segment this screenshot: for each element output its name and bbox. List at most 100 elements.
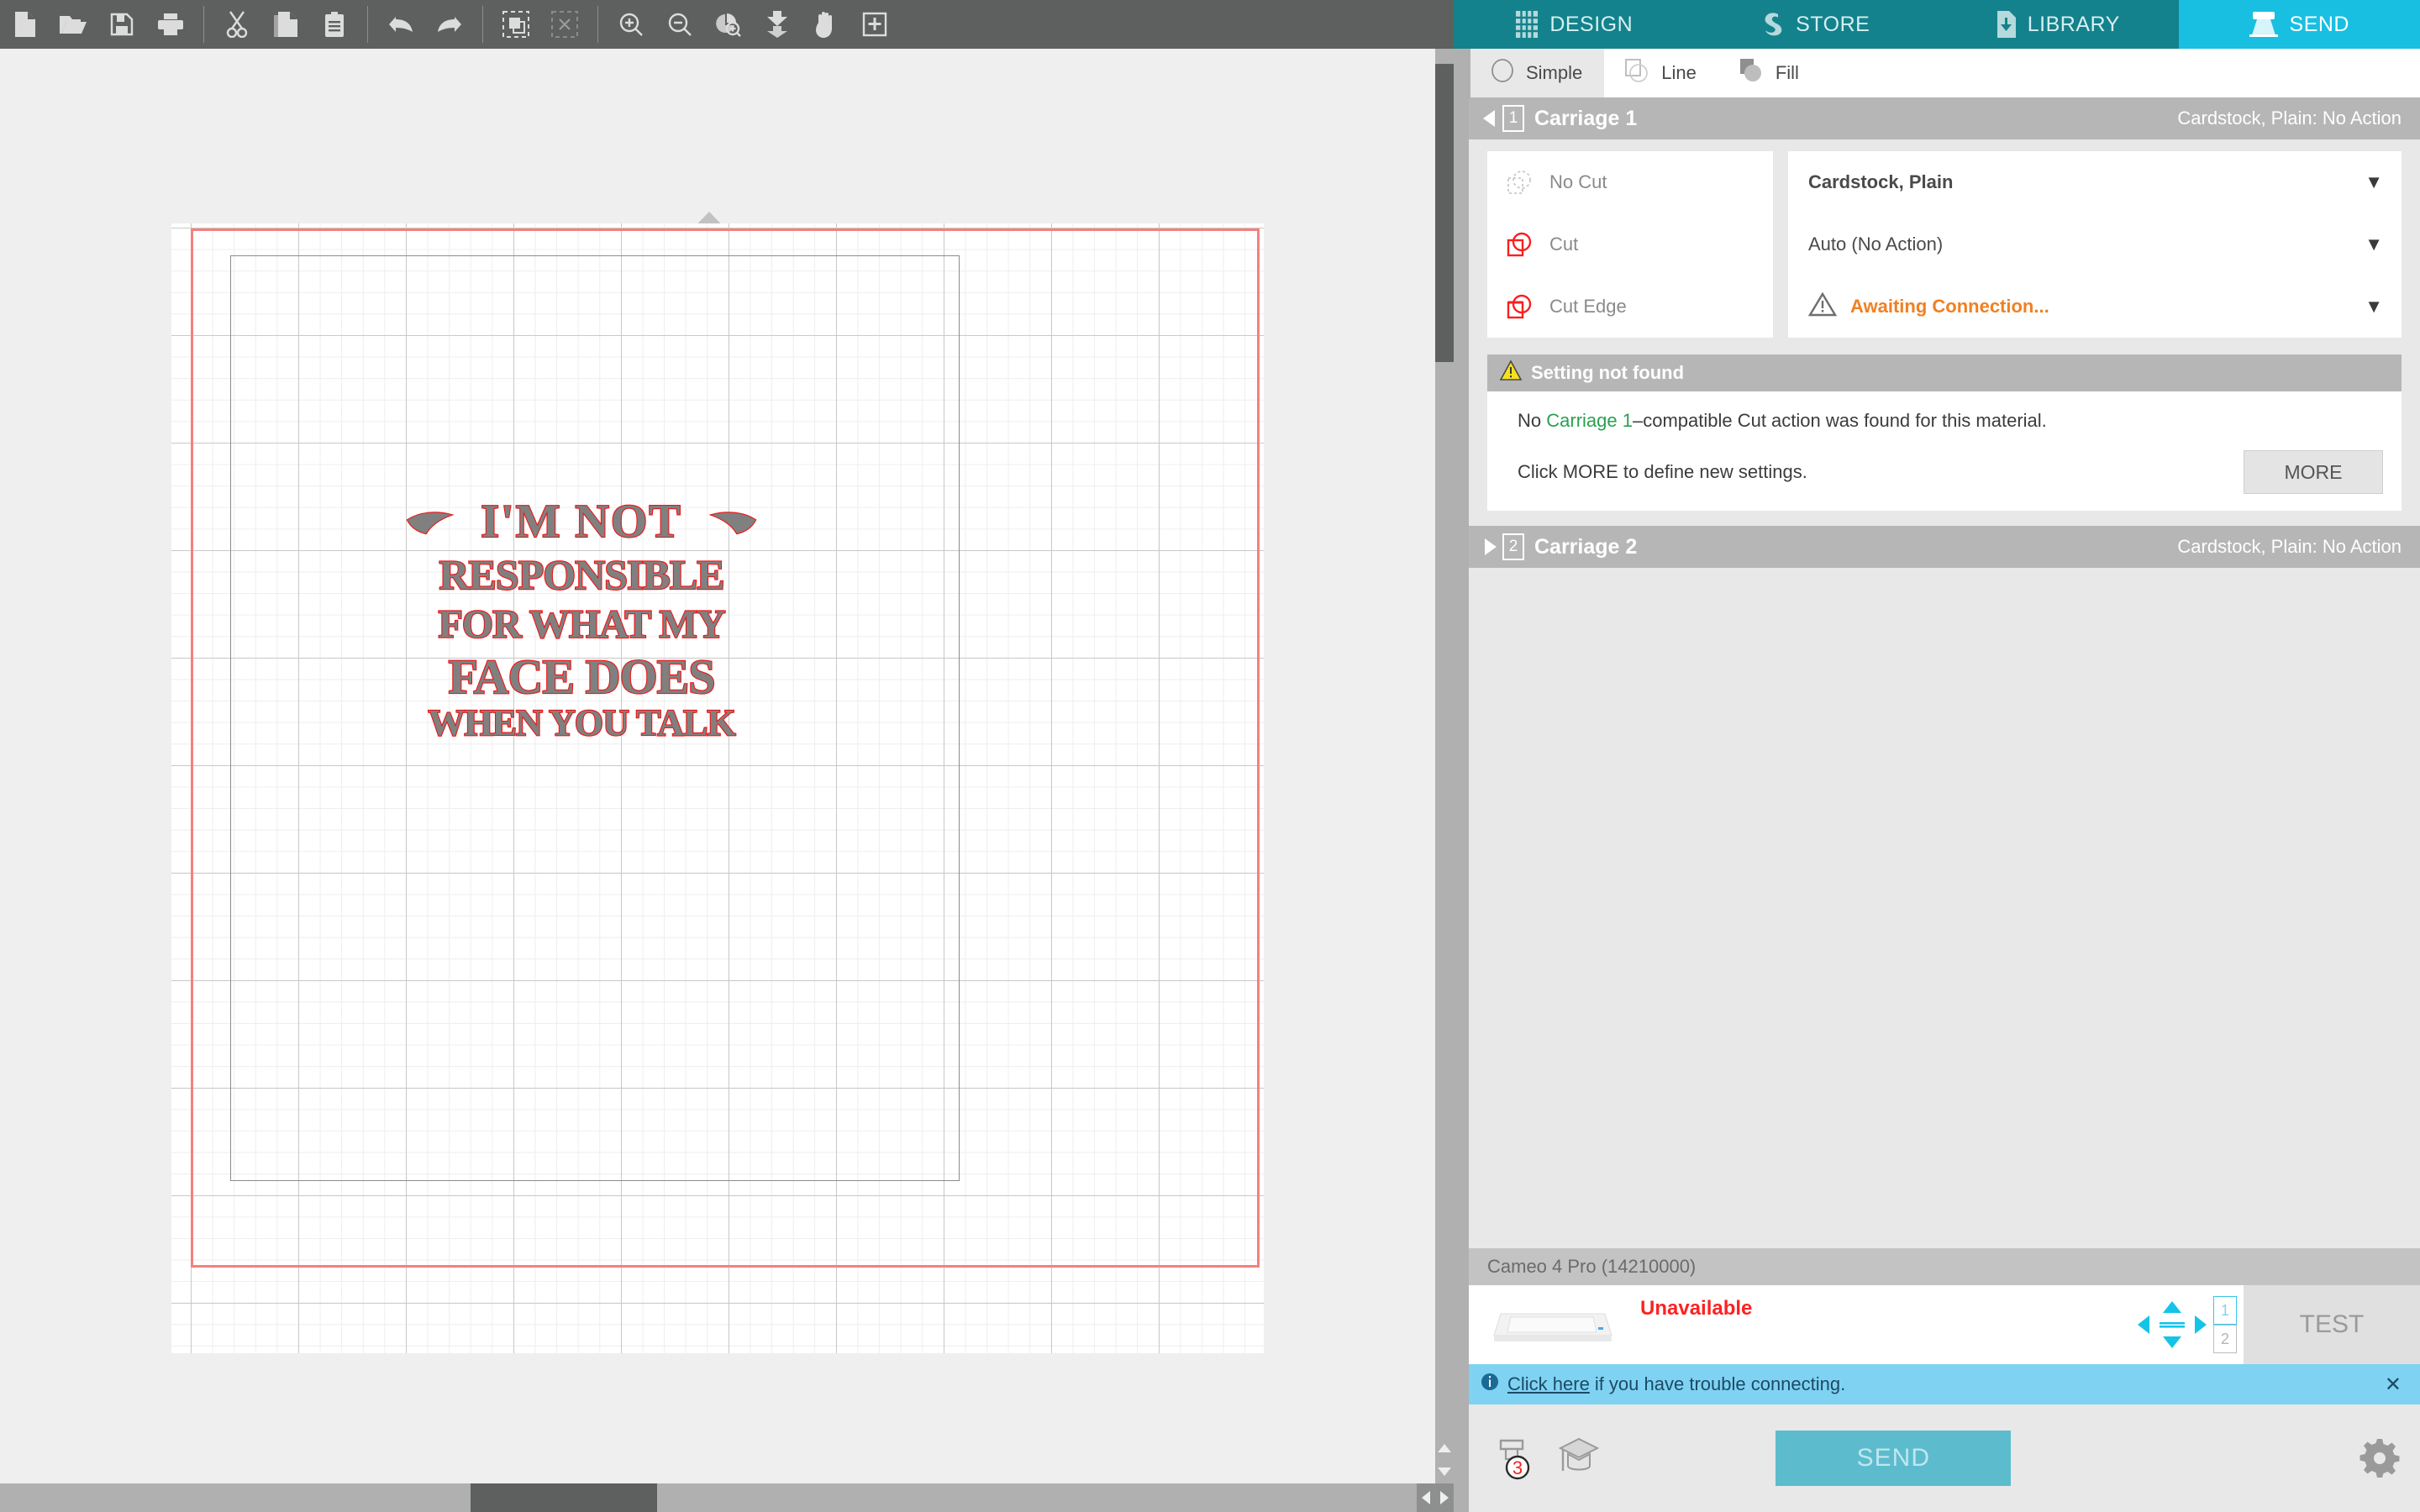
print-icon[interactable] bbox=[146, 0, 195, 49]
fill-shapes-icon bbox=[1739, 58, 1764, 88]
device-row: Unavailable 1 2 TEST bbox=[1469, 1285, 2420, 1364]
fit-to-window-icon[interactable] bbox=[753, 0, 802, 49]
tab-line[interactable]: Line bbox=[1604, 49, 1718, 97]
carriage-number-badge: 1 bbox=[1502, 105, 1524, 132]
send-button[interactable]: SEND bbox=[1776, 1431, 2012, 1486]
vertical-scroll-buttons[interactable] bbox=[1435, 1436, 1454, 1483]
expand-triangle-icon[interactable] bbox=[1479, 538, 1501, 555]
nav-tab-label: SEND bbox=[2289, 12, 2349, 36]
action-cut-edge[interactable]: Cut Edge bbox=[1487, 276, 1773, 338]
tab-simple[interactable]: Simple bbox=[1470, 49, 1605, 97]
grid-icon bbox=[1516, 11, 1539, 38]
toolbar-group-edit bbox=[213, 0, 359, 49]
chevron-down-icon[interactable]: ▼ bbox=[2365, 296, 2383, 318]
horizontal-scroll-thumb[interactable] bbox=[471, 1483, 657, 1512]
connection-status: Awaiting Connection... bbox=[1850, 296, 2049, 317]
carriage-toggle-2[interactable]: 2 bbox=[2213, 1325, 2237, 1353]
help-link[interactable]: Click here bbox=[1507, 1373, 1590, 1395]
cut-icon bbox=[1506, 230, 1534, 259]
material-select[interactable]: Cardstock, Plain ▼ bbox=[1788, 151, 2402, 213]
select-all-icon[interactable] bbox=[492, 0, 540, 49]
canvas-horizontal-scrollbar[interactable] bbox=[0, 1483, 1454, 1512]
message-prefix: No bbox=[1518, 410, 1547, 431]
design-text-object[interactable]: I'M NOT RESPONSIBLE FOR WHAT MY FACE DOE… bbox=[401, 496, 762, 740]
nav-tab-send[interactable]: SEND bbox=[2178, 0, 2420, 49]
cut-edge-icon bbox=[1506, 292, 1534, 321]
new-document-icon[interactable] bbox=[0, 0, 49, 49]
top-toolbar bbox=[0, 0, 1454, 49]
help-bar: Click here if you have trouble connectin… bbox=[1469, 1364, 2420, 1404]
blade-adjust-icon[interactable]: 3 bbox=[1489, 1434, 1538, 1483]
gear-icon[interactable] bbox=[2360, 1438, 2400, 1478]
paste-clipboard-icon[interactable] bbox=[310, 0, 359, 49]
tab-label: Line bbox=[1661, 62, 1697, 83]
chevron-down-icon[interactable]: ▼ bbox=[2365, 171, 2383, 193]
scroll-left-icon[interactable] bbox=[1417, 1483, 1435, 1512]
copy-icon[interactable] bbox=[261, 0, 310, 49]
action-label: No Cut bbox=[1549, 171, 1607, 192]
design-canvas[interactable]: I'M NOT RESPONSIBLE FOR WHAT MY FACE DOE… bbox=[0, 49, 1433, 1483]
setting-not-found-body: No Carriage 1–compatible Cut action was … bbox=[1487, 391, 2402, 511]
device-status: Unavailable bbox=[1640, 1297, 1753, 1320]
cut-action-list: No Cut Cut Cut Edge bbox=[1487, 151, 1773, 338]
action-label: Cut bbox=[1549, 234, 1579, 255]
undo-icon[interactable] bbox=[376, 0, 425, 49]
graduation-cap-icon[interactable] bbox=[1556, 1434, 1602, 1483]
send-mode-tabs: Simple Line Fill bbox=[1454, 49, 2420, 97]
design-line-4: FACE DOES bbox=[448, 649, 714, 704]
nav-tab-store[interactable]: STORE bbox=[1696, 0, 1938, 49]
deselect-all-icon[interactable] bbox=[540, 0, 589, 49]
scroll-down-icon[interactable] bbox=[1435, 1460, 1454, 1483]
action-no-cut[interactable]: No Cut bbox=[1487, 151, 1773, 213]
toolbar-group-file bbox=[0, 0, 195, 49]
arrow-pad-icon[interactable] bbox=[2136, 1299, 2208, 1350]
vertical-scroll-thumb[interactable] bbox=[1435, 64, 1454, 362]
scroll-right-icon[interactable] bbox=[1435, 1483, 1454, 1512]
test-button[interactable]: TEST bbox=[2244, 1285, 2420, 1364]
no-cut-icon bbox=[1506, 168, 1534, 197]
design-line-2: RESPONSIBLE bbox=[439, 551, 723, 598]
redo-icon[interactable] bbox=[425, 0, 474, 49]
toolbar-group-history bbox=[376, 0, 474, 49]
carriage-1-header[interactable]: 1 Carriage 1 Cardstock, Plain: No Action bbox=[1469, 97, 2420, 139]
nav-tab-library[interactable]: LIBRARY bbox=[1937, 0, 2179, 49]
carriage-toggle[interactable]: 1 2 bbox=[2213, 1296, 2244, 1353]
main-navigation: DESIGN STORE LIBRARY SEND bbox=[1454, 0, 2420, 49]
close-icon[interactable]: ✕ bbox=[2385, 1373, 2402, 1397]
action-cut[interactable]: Cut bbox=[1487, 213, 1773, 276]
toolbar-divider bbox=[203, 6, 204, 43]
setting-not-found-title: Setting not found bbox=[1531, 362, 1685, 383]
collapse-triangle-icon[interactable] bbox=[1479, 110, 1501, 127]
canvas-vertical-scrollbar[interactable] bbox=[1433, 49, 1454, 1483]
zoom-in-icon[interactable] bbox=[607, 0, 655, 49]
save-icon[interactable] bbox=[97, 0, 146, 49]
zoom-selection-icon[interactable] bbox=[704, 0, 753, 49]
help-text: if you have trouble connecting. bbox=[1594, 1373, 1846, 1394]
more-button[interactable]: MORE bbox=[2244, 450, 2383, 494]
nav-tab-design[interactable]: DESIGN bbox=[1454, 0, 1696, 49]
carriage-2-header[interactable]: 2 Carriage 2 Cardstock, Plain: No Action bbox=[1469, 526, 2420, 568]
carriage-title: Carriage 1 bbox=[1534, 106, 1638, 130]
send-panel: DESIGN STORE LIBRARY SEND Simple Line Fi… bbox=[1454, 0, 2420, 1512]
scroll-up-icon[interactable] bbox=[1435, 1436, 1454, 1460]
device-name: Cameo 4 Pro (14210000) bbox=[1469, 1248, 2420, 1285]
message-suffix: –compatible Cut action was found for thi… bbox=[1632, 410, 2047, 431]
setting-not-found-panel: Setting not found No Carriage 1–compatib… bbox=[1487, 354, 2402, 511]
tool-select[interactable]: Auto (No Action) ▼ bbox=[1788, 213, 2402, 276]
horizontal-scroll-buttons[interactable] bbox=[1417, 1483, 1454, 1512]
show-registration-icon[interactable] bbox=[850, 0, 899, 49]
cut-scissors-icon[interactable] bbox=[213, 0, 261, 49]
zoom-out-icon[interactable] bbox=[655, 0, 704, 49]
tab-fill[interactable]: Fill bbox=[1718, 49, 1821, 97]
connection-select[interactable]: Awaiting Connection... ▼ bbox=[1788, 276, 2402, 338]
chevron-down-icon[interactable]: ▼ bbox=[2365, 234, 2383, 255]
tool-value: Auto (No Action) bbox=[1808, 234, 1944, 255]
open-folder-icon[interactable] bbox=[49, 0, 97, 49]
carriage-toggle-1[interactable]: 1 bbox=[2213, 1296, 2237, 1325]
design-line-3: FOR WHAT MY bbox=[438, 602, 724, 647]
line-shapes-icon bbox=[1624, 58, 1649, 88]
pan-hand-icon[interactable] bbox=[802, 0, 850, 49]
blade-badge: 3 bbox=[1512, 1457, 1523, 1478]
material-settings-column: Cardstock, Plain ▼ Auto (No Action) ▼ Aw… bbox=[1788, 151, 2402, 338]
cutting-mat[interactable]: I'M NOT RESPONSIBLE FOR WHAT MY FACE DOE… bbox=[171, 223, 1264, 1353]
